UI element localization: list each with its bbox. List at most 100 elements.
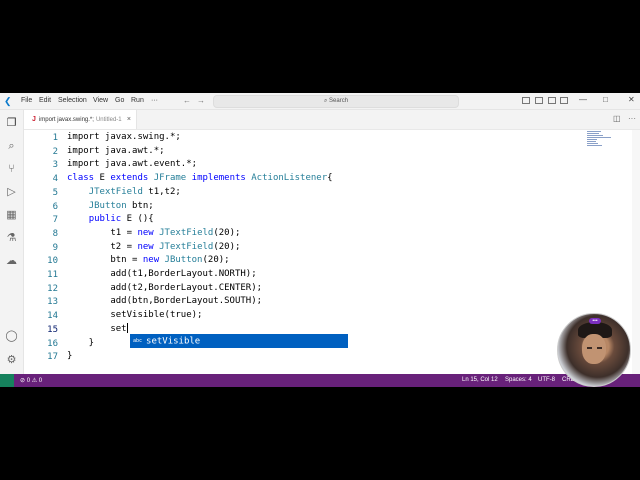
keyword-token: public	[88, 214, 122, 225]
testing-icon[interactable]: ⚗	[5, 232, 18, 245]
line-number: 15	[47, 324, 58, 335]
code-line[interactable]: setVisible(true);	[67, 309, 202, 323]
line-number: 1	[52, 133, 58, 143]
code-token: (20);	[202, 255, 230, 266]
keyword-token: new	[137, 241, 154, 252]
tab-close-icon[interactable]: ×	[127, 110, 131, 129]
line-number: 11	[47, 270, 58, 280]
minimize-button[interactable]: —	[579, 95, 587, 104]
menu-go[interactable]: Go	[115, 97, 124, 104]
activity-bar: ❐ ⌕ ⑂ ▷ ▦ ⚗ ☁ ◯ ⚙	[0, 110, 24, 375]
code-token: import javax.swing.*;	[67, 132, 181, 142]
code-token: import java.awt.event.*;	[67, 159, 198, 170]
code-token: btn =	[67, 255, 143, 266]
maximize-button[interactable]: □	[603, 95, 608, 104]
code-line[interactable]: }	[67, 350, 72, 364]
extensions-icon[interactable]: ▦	[5, 209, 18, 222]
close-window-button[interactable]: ✕	[628, 95, 635, 104]
code-line[interactable]: class E extends JFrame implements Action…	[67, 172, 333, 186]
suggestion-item[interactable]: abc setVisible	[129, 333, 349, 349]
code-line[interactable]: t1 = new JTextField(20);	[67, 227, 240, 241]
status-bar: ⊘ 0 ⚠ 0 Ln 15, Col 12 Spaces: 4 UTF-8 CR…	[0, 374, 640, 387]
type-token: JTextField	[159, 227, 214, 238]
indentation[interactable]: Spaces: 4	[505, 377, 532, 383]
vertical-scrollbar[interactable]	[632, 130, 640, 375]
code-line[interactable]: add(btn,BorderLayout.SOUTH);	[67, 295, 262, 309]
command-center-search[interactable]: ⌕ Search	[213, 95, 459, 108]
type-token: JButton	[88, 200, 127, 211]
minimap[interactable]	[587, 130, 613, 150]
run-debug-icon[interactable]: ▷	[5, 186, 18, 199]
code-line[interactable]: JButton btn;	[67, 200, 154, 214]
keyword-token: new	[142, 255, 160, 266]
toggle-secondary-sidebar-icon[interactable]	[548, 97, 556, 104]
nav-forward-icon[interactable]: →	[197, 96, 205, 105]
code-line[interactable]: public E (){	[67, 213, 154, 227]
code-line[interactable]: }	[67, 337, 94, 351]
remote-indicator-icon[interactable]	[0, 374, 14, 387]
problems-indicator[interactable]: ⊘ 0 ⚠ 0	[20, 377, 42, 384]
code-line[interactable]: add(t2,BorderLayout.CENTER);	[67, 282, 262, 296]
suggestion-label: setVisible	[146, 336, 201, 347]
line-number: 7	[52, 215, 58, 226]
menu-run[interactable]: Run	[131, 97, 144, 104]
customize-layout-icon[interactable]	[560, 97, 568, 104]
vscode-logo-icon: ❮	[4, 96, 12, 106]
code-token: t1 =	[67, 227, 138, 238]
line-number: 16	[47, 338, 58, 349]
nav-back-icon[interactable]: ←	[183, 96, 191, 105]
tab-untitled-1[interactable]: Jimport javax.swing.*; Untitled-1 ×	[24, 110, 137, 129]
code-token: E (){	[121, 214, 154, 225]
toggle-panel-icon[interactable]	[535, 97, 543, 104]
settings-gear-icon[interactable]: ⚙	[5, 354, 18, 367]
code-token: set	[67, 323, 127, 334]
code-token: add(t2,BorderLayout.CENTER);	[67, 282, 263, 293]
accounts-icon[interactable]: ◯	[5, 330, 18, 343]
keyword-token: new	[137, 227, 154, 238]
code-token: }	[67, 337, 95, 348]
line-number: 5	[52, 187, 58, 198]
line-number: 12	[47, 283, 58, 294]
line-number: 6	[52, 201, 58, 212]
code-token: import java.awt.*;	[67, 145, 165, 156]
code-line[interactable]: JTextField t1,t2;	[67, 186, 181, 200]
menu-more[interactable]: ···	[151, 97, 158, 104]
docker-icon[interactable]: ☁	[5, 255, 18, 268]
source-control-icon[interactable]: ⑂	[5, 163, 18, 176]
code-line[interactable]: t2 = new JTextField(20);	[67, 241, 240, 255]
more-actions-icon[interactable]: ···	[628, 114, 636, 123]
keyword-token: class	[67, 173, 95, 184]
menu-selection[interactable]: Selection	[58, 97, 87, 104]
code-token: add(btn,BorderLayout.SOUTH);	[67, 296, 263, 307]
line-number: 2	[52, 146, 58, 157]
code-line[interactable]: btn = new JButton(20);	[67, 254, 230, 268]
code-line[interactable]: add(t1,BorderLayout.NORTH);	[67, 268, 257, 282]
encoding[interactable]: UTF-8	[538, 377, 555, 383]
title-bar: ❮ File Edit Selection View Go Run ··· ← …	[0, 93, 640, 110]
code-token: t1,t2;	[142, 186, 181, 197]
line-number: 3	[52, 160, 58, 171]
code-token: (20);	[213, 241, 241, 252]
code-line[interactable]: set	[67, 323, 128, 337]
search-view-icon[interactable]: ⌕	[5, 140, 18, 153]
menu-edit[interactable]: Edit	[39, 97, 51, 104]
type-token: JFrame	[153, 173, 187, 184]
code-token: add(t1,BorderLayout.NORTH);	[67, 269, 257, 279]
webcam-face	[582, 334, 606, 364]
code-line[interactable]: import javax.swing.*;	[67, 131, 181, 145]
menu-file[interactable]: File	[21, 97, 32, 104]
tab-subtitle: Untitled-1	[95, 117, 122, 123]
menu-view[interactable]: View	[93, 97, 108, 104]
toggle-sidebar-icon[interactable]	[522, 97, 530, 104]
keyword-token: implements	[191, 173, 246, 184]
line-number: 17	[47, 352, 58, 363]
explorer-icon[interactable]: ❐	[5, 117, 18, 130]
cursor-position[interactable]: Ln 15, Col 12	[462, 377, 498, 383]
type-token: JTextField	[88, 186, 143, 197]
code-line[interactable]: import java.awt.*;	[67, 145, 165, 159]
keyword-token: extends	[110, 173, 149, 184]
split-editor-icon[interactable]: ◫	[613, 114, 621, 123]
code-line[interactable]: import java.awt.event.*;	[67, 158, 197, 172]
